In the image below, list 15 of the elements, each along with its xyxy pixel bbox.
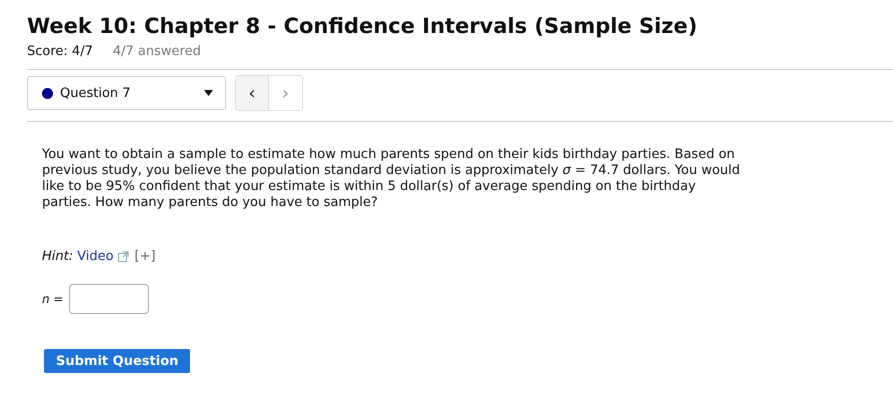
answer-label: n = [42,292,64,306]
answer-field[interactable] [69,284,150,314]
submit-button[interactable]: Submit Question [44,349,190,373]
question-dropdown[interactable]: Question 7 [27,76,226,110]
hint-label: Hint: [42,249,74,264]
answered-count: 4/7 answered [112,44,201,59]
external-link-icon [118,251,129,262]
page-title: Week 10: Chapter 8 - Confidence Intervals (Sample Size) [27,13,698,40]
caret-icon [204,90,213,96]
score-text: Score: 4/7 [27,44,93,59]
video-link[interactable]: Video [77,249,114,264]
status-dot-icon [42,88,53,98]
previous-button[interactable]: ‹ [236,76,269,110]
expand-link[interactable]: [+] [134,249,156,264]
question-text: You want to obtain a sample to estimate how much parents spend on their kids birthday parties. Based on previous study, you believe the population standard deviation is approximately σ = 74.7 dollars. You would like to be 95% confident that your estimate is within 5 dollar(s) of average spending on the birthday parties. How many parents do you have to sample? [42,147,742,211]
